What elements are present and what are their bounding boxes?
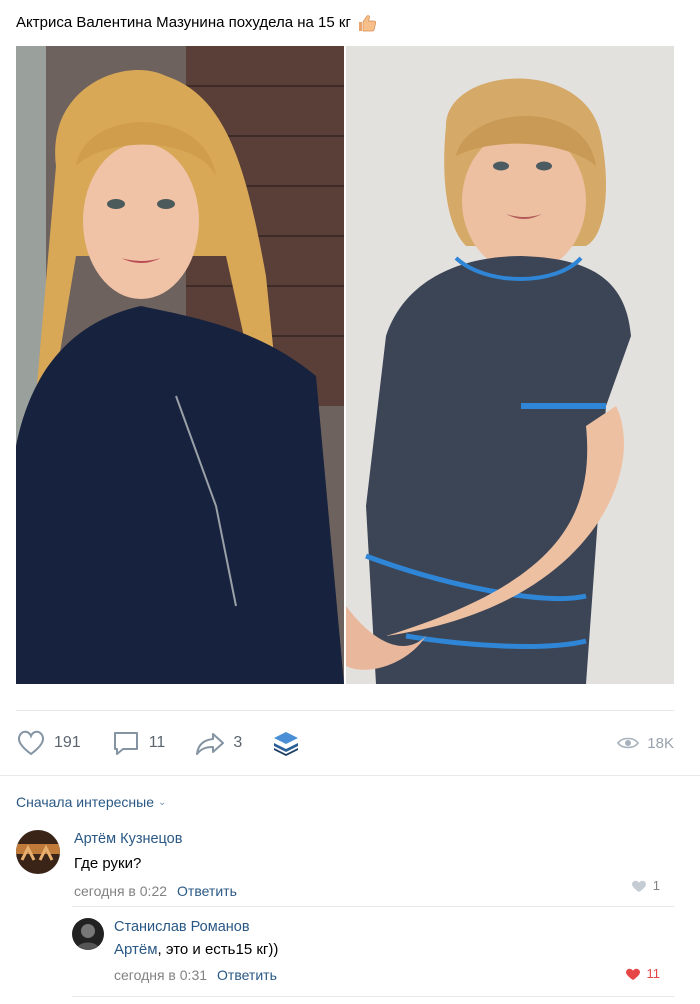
sort-label: Сначала интересные — [16, 794, 154, 810]
heart-icon — [631, 880, 646, 892]
comment-body: Артём Кузнецов Где руки? сегодня в 0:22 … — [74, 830, 237, 899]
comment-icon — [113, 732, 138, 755]
comment-time[interactable]: сегодня в 0:22 — [74, 883, 167, 899]
comment: Артём Кузнецов Где руки? сегодня в 0:22 … — [16, 830, 686, 899]
comment-text: Артём, это и есть15 кг)) — [114, 940, 278, 960]
comment-button[interactable]: 11 — [111, 729, 166, 757]
comment-like-count: 1 — [652, 878, 660, 893]
share-button[interactable]: 3 — [195, 729, 242, 757]
like-count: 191 — [54, 734, 81, 751]
avatar-image — [16, 830, 60, 874]
comment-meta: сегодня в 0:31 Ответить — [114, 967, 278, 983]
post-title-text: Актриса Валентина Мазунина похудела на 1… — [16, 14, 351, 31]
share-icon — [196, 733, 225, 755]
reply-button[interactable]: Ответить — [217, 967, 277, 983]
comment-like-count: 11 — [646, 966, 661, 981]
share-count: 3 — [233, 734, 243, 751]
comment-text-body: , это и есть15 кг)) — [157, 941, 279, 958]
post-actions: 191 11 3 18K — [16, 724, 674, 762]
chevron-down-icon: ⌄ — [158, 796, 167, 808]
reply-mention[interactable]: Артём — [114, 941, 158, 958]
reply-button[interactable]: Ответить — [177, 883, 237, 899]
comment-like-button[interactable]: 11 — [625, 966, 661, 981]
avatar[interactable] — [72, 918, 104, 950]
photo-after[interactable] — [346, 46, 674, 684]
post-title: Актриса Валентина Мазунина похудела на 1… — [16, 12, 377, 34]
comment-body: Станислав Романов Артём, это и есть15 кг… — [114, 918, 278, 983]
actions-divider-top — [16, 710, 674, 711]
stack-button[interactable] — [272, 729, 300, 757]
views-count: 18K — [647, 734, 674, 752]
photo-before-image — [16, 46, 344, 684]
comments-sort[interactable]: Сначала интересные ⌄ — [16, 794, 166, 810]
comment-count: 11 — [148, 734, 166, 751]
comment-meta: сегодня в 0:22 Ответить — [74, 883, 237, 899]
eye-icon — [617, 737, 640, 749]
post-photos[interactable] — [16, 46, 674, 684]
thumbs-up-icon — [358, 15, 377, 32]
comment-time[interactable]: сегодня в 0:31 — [114, 967, 207, 983]
comment-divider — [72, 906, 674, 907]
comment-reply: Станислав Романов Артём, это и есть15 кг… — [72, 918, 686, 983]
heart-icon — [17, 730, 45, 756]
comment-author[interactable]: Станислав Романов — [114, 918, 278, 936]
photo-before[interactable] — [16, 46, 344, 684]
layers-icon — [274, 732, 299, 756]
actions-divider-bottom — [0, 775, 700, 776]
heart-filled-icon — [625, 968, 640, 980]
photo-after-image — [346, 46, 674, 684]
avatar-image — [72, 918, 104, 950]
comment-author[interactable]: Артём Кузнецов — [74, 830, 237, 848]
like-button[interactable]: 191 — [16, 729, 81, 757]
comment-like-button[interactable]: 1 — [631, 878, 660, 893]
comment-text: Где руки? — [74, 855, 142, 872]
views-counter: 18K — [617, 735, 674, 752]
avatar[interactable] — [16, 830, 60, 874]
comment-divider — [72, 996, 674, 997]
